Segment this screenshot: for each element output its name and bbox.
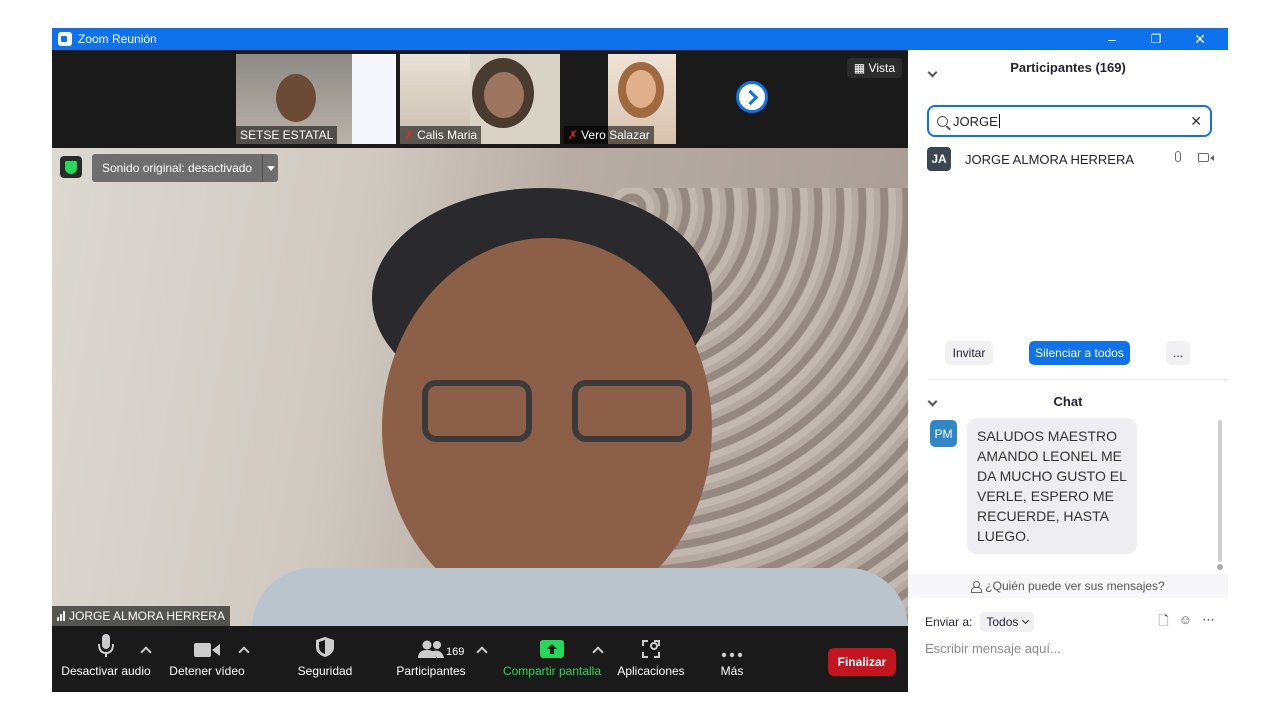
signal-strength-icon [57, 611, 65, 621]
chat-more-icon[interactable]: ⋯ [1202, 612, 1215, 634]
main-video: Sonido original: desactivado JORGE ALMOR… [52, 148, 908, 626]
meeting-toolbar: Desactivar audio Detener vídeo Seguridad… [52, 626, 908, 692]
who-can-see-link[interactable]: ¿Quién puede ver sus mensajes? [908, 574, 1228, 598]
share-screen-button[interactable]: Compartir pantalla [500, 626, 604, 692]
share-screen-icon [540, 640, 564, 658]
text-cursor [998, 114, 1000, 128]
original-sound-button[interactable]: Sonido original: desactivado [92, 154, 263, 182]
send-to-label: Enviar a: [925, 615, 973, 629]
title-bar: Zoom Reunión – ❐ ✕ [52, 28, 1228, 50]
person-icon [971, 580, 983, 593]
microphone-icon [98, 634, 114, 657]
participants-button[interactable]: Participantes [392, 626, 470, 692]
thumbnail-name-label: SETSE ESTATAL [236, 126, 338, 144]
thumbnail-vero-salazar[interactable]: ✗ Vero Salazar [564, 54, 676, 144]
shield-icon [316, 637, 334, 657]
apps-icon [642, 640, 660, 658]
participant-mic-icon [1175, 151, 1181, 162]
original-sound-dropdown[interactable] [262, 154, 278, 182]
security-shield-icon[interactable] [60, 156, 82, 178]
send-to-dropdown[interactable]: Todos [980, 612, 1035, 632]
panel-divider [928, 379, 1228, 380]
emoji-icon[interactable]: ☺ [1179, 612, 1192, 634]
window-title: Zoom Reunión [78, 32, 157, 46]
participants-icon [418, 640, 444, 658]
next-page-button[interactable] [736, 81, 768, 113]
thumbnail-calis-maria[interactable]: ✗ Calis Maria [400, 54, 560, 144]
mute-audio-button[interactable]: Desactivar audio [60, 626, 152, 692]
stop-video-button[interactable]: Detener vídeo [164, 626, 250, 692]
participant-row[interactable]: JA JORGE ALMORA HERRERA [927, 146, 1217, 172]
search-input[interactable]: JORGE [953, 114, 998, 129]
chat-sender-avatar: PM [930, 420, 957, 447]
mute-all-button[interactable]: Silenciar a todos [1029, 341, 1130, 365]
chat-scrollbar[interactable] [1218, 420, 1222, 562]
person-silhouette [276, 74, 316, 122]
chevron-down-icon [1022, 616, 1030, 625]
search-icon [937, 115, 948, 127]
clear-search-icon[interactable]: ✕ [1190, 113, 1202, 130]
muted-mic-icon: ✗ [404, 128, 415, 142]
send-to-row: Enviar a: Todos 🗋 ☺ ⋯ [925, 610, 1215, 634]
participants-count: 169 [446, 646, 465, 658]
restore-button[interactable]: ❐ [1134, 28, 1178, 50]
glasses-right-lens [572, 380, 692, 442]
shared-screen-thumbnail [352, 54, 396, 144]
video-area: SETSE ESTATAL ✗ Calis Maria ✗ Vero Salazar… [52, 50, 908, 626]
chat-message-input[interactable]: Escribir mensaje aquí... [925, 641, 1061, 656]
glasses-left-lens [422, 380, 532, 442]
apps-button[interactable]: Aplicaciones [614, 626, 688, 692]
chat-scrollbar-end [1217, 564, 1223, 570]
muted-mic-icon: ✗ [568, 128, 579, 142]
participants-panel-title: Participantes (169) [1010, 60, 1126, 75]
thumbnail-name-label: ✗ Calis Maria [400, 126, 482, 144]
invite-button[interactable]: Invitar [945, 341, 993, 365]
person-face [626, 70, 656, 108]
end-meeting-button[interactable]: Finalizar [828, 648, 896, 676]
zoom-app-icon [58, 32, 72, 46]
participant-name: JORGE ALMORA HERRERA [965, 151, 1135, 167]
security-button[interactable]: Seguridad [292, 626, 358, 692]
file-icon[interactable]: 🗋 [1158, 612, 1168, 634]
close-button[interactable]: ✕ [1178, 28, 1222, 50]
zoom-window: Zoom Reunión – ❐ ✕ SETSE ESTATAL ✗ Calis … [52, 28, 1228, 692]
video-camera-icon [194, 643, 220, 657]
active-speaker-name: JORGE ALMORA HERRERA [52, 606, 231, 626]
minimize-button[interactable]: – [1090, 28, 1134, 50]
more-button[interactable]: Más [712, 626, 752, 692]
side-panel: Participantes (169) JORGE ✕ JA JORGE ALM… [908, 50, 1228, 692]
more-dots-icon [721, 652, 743, 658]
avatar: JA [927, 147, 951, 171]
chat-message: SALUDOS MAESTRO AMANDO LEONEL ME DA MUCH… [967, 418, 1137, 554]
chat-panel-title: Chat [1053, 394, 1083, 409]
grid-icon: ▦ [853, 61, 869, 75]
gallery-strip: SETSE ESTATAL ✗ Calis Maria ✗ Vero Salazar… [52, 50, 908, 146]
participants-more-button[interactable]: ... [1166, 341, 1190, 365]
view-button[interactable]: ▦ Vista [846, 58, 902, 78]
thumbnail-name-label: ✗ Vero Salazar [564, 126, 654, 144]
person-shirt [252, 568, 908, 626]
participants-options-caret[interactable] [476, 646, 488, 658]
thumbnail-setse-estatal[interactable]: SETSE ESTATAL [236, 54, 396, 144]
participant-camera-icon [1198, 153, 1214, 162]
person-face [484, 72, 524, 118]
participant-search-field[interactable]: JORGE ✕ [927, 105, 1212, 137]
